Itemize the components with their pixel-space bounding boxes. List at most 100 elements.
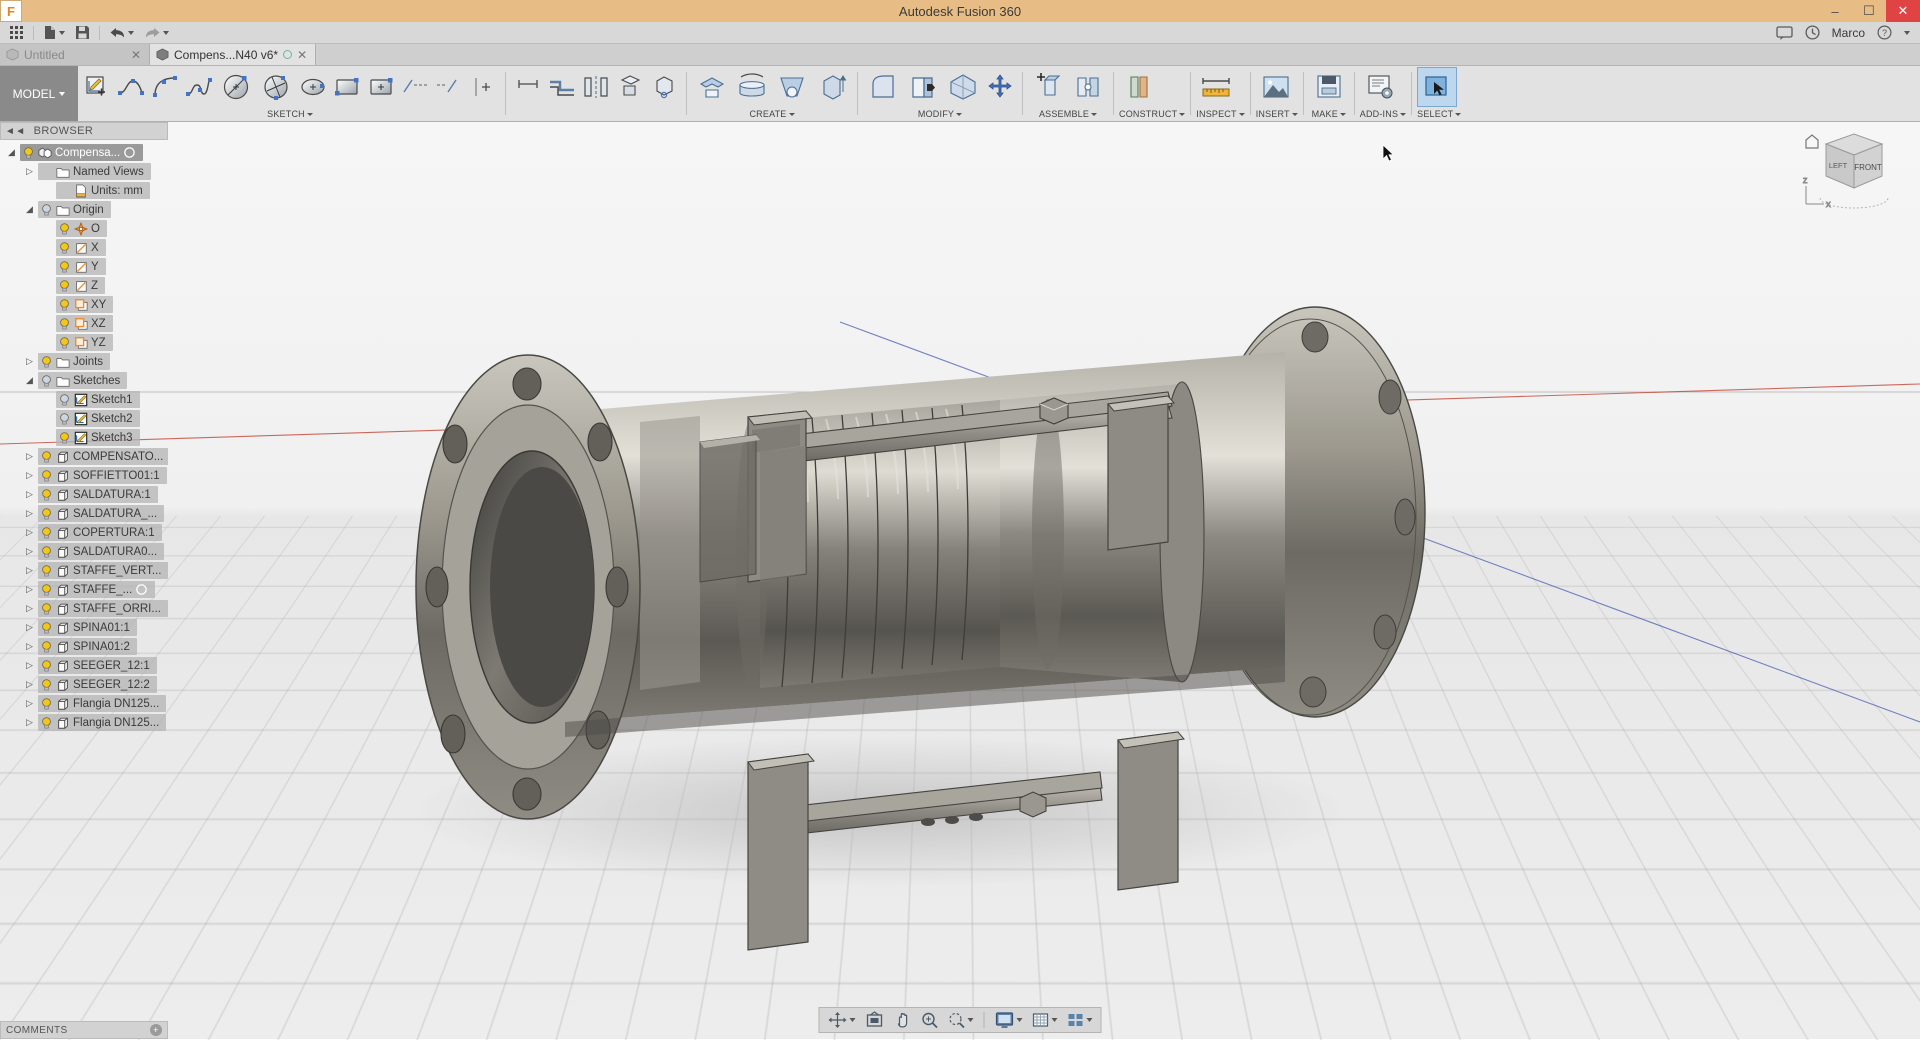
- visibility-bulb-icon[interactable]: [40, 621, 53, 634]
- browser-tree[interactable]: ◢ Compensa... ▷ Named Views Units: mm ◢ Origin…: [0, 140, 168, 1039]
- expand-arrow-closed-icon[interactable]: ▷: [24, 679, 35, 690]
- ribbon-group-label-select[interactable]: SELECT: [1417, 108, 1462, 120]
- collapse-panel-icon[interactable]: ◄◄: [5, 126, 26, 137]
- browser-tree-item-row[interactable]: YZ: [56, 334, 113, 351]
- linear-dimension-button[interactable]: [511, 67, 545, 107]
- construction-line-button[interactable]: [432, 67, 466, 107]
- orbit-button[interactable]: [824, 1009, 860, 1031]
- browser-tree-item[interactable]: ◢ Sketches: [0, 371, 168, 390]
- visibility-bulb-icon[interactable]: [58, 222, 71, 235]
- measure-button[interactable]: [1196, 67, 1236, 107]
- browser-tree-item[interactable]: ▷ Flangia DN125...: [0, 694, 168, 713]
- rectangle-button[interactable]: [330, 67, 364, 107]
- visibility-bulb-icon[interactable]: [40, 203, 53, 216]
- scripts-addins-button[interactable]: [1360, 67, 1400, 107]
- ribbon-group-label-create[interactable]: CREATE: [692, 108, 852, 120]
- grid-snaps-button[interactable]: [1028, 1009, 1062, 1031]
- browser-tree-item-row[interactable]: Joints: [38, 353, 111, 370]
- browser-tree-item[interactable]: Sketch3: [0, 428, 168, 447]
- browser-tree-item-row[interactable]: Sketch1: [56, 391, 140, 408]
- browser-tree-item-row[interactable]: SPINA01:2: [38, 638, 137, 655]
- move-copy-button[interactable]: [983, 67, 1017, 107]
- browser-tree-item-row[interactable]: SALDATURA_...: [38, 505, 165, 522]
- expand-arrow-open-icon[interactable]: ◢: [6, 147, 17, 158]
- visibility-bulb-icon[interactable]: [22, 146, 35, 159]
- extrude-profile-button[interactable]: [613, 67, 647, 107]
- spline-button[interactable]: [182, 67, 216, 107]
- maximize-button[interactable]: ☐: [1852, 0, 1886, 22]
- help-icon[interactable]: ?: [1877, 25, 1892, 40]
- visibility-bulb-icon[interactable]: [40, 488, 53, 501]
- browser-tree-item[interactable]: Units: mm: [0, 181, 168, 200]
- visibility-bulb-icon[interactable]: [58, 336, 71, 349]
- browser-tree-item-row[interactable]: Named Views: [38, 163, 151, 180]
- ribbon-group-label-inspect[interactable]: INSPECT: [1196, 108, 1245, 120]
- visibility-bulb-icon[interactable]: [40, 526, 53, 539]
- browser-tree-item-row[interactable]: Units: mm: [56, 182, 150, 199]
- visibility-bulb-icon[interactable]: [58, 317, 71, 330]
- expand-arrow-closed-icon[interactable]: ▷: [24, 660, 35, 671]
- visibility-bulb-icon[interactable]: [40, 640, 53, 653]
- comments-panel[interactable]: COMMENTS +: [0, 1021, 168, 1039]
- browser-tree-item-row[interactable]: SOFFIETTO01:1: [38, 467, 167, 484]
- browser-tree-item[interactable]: ▷ Joints: [0, 352, 168, 371]
- display-settings-button[interactable]: [991, 1009, 1027, 1031]
- document-tab-untitled[interactable]: Untitled ✕: [0, 44, 150, 65]
- cube-face-left-label[interactable]: LEFT: [1829, 161, 1848, 170]
- visibility-bulb-icon[interactable]: [40, 678, 53, 691]
- browser-tree-item-row[interactable]: SALDATURA:1: [38, 486, 158, 503]
- close-button[interactable]: ✕: [1886, 0, 1920, 22]
- visibility-bulb-icon[interactable]: [40, 507, 53, 520]
- visibility-bulb-icon[interactable]: [58, 298, 71, 311]
- browser-tree-item-row[interactable]: Z: [56, 277, 106, 294]
- browser-tree-item-row[interactable]: O: [56, 220, 107, 237]
- undo-button[interactable]: [104, 22, 139, 44]
- viewports-button[interactable]: [1063, 1009, 1097, 1031]
- browser-tree-item[interactable]: ▷ STAFFE_...: [0, 580, 168, 599]
- visibility-bulb-icon[interactable]: [40, 355, 53, 368]
- expand-arrow-open-icon[interactable]: ◢: [24, 204, 35, 215]
- line-button[interactable]: [114, 67, 148, 107]
- cube-face-front-label[interactable]: FRONT: [1854, 163, 1882, 172]
- browser-tree-item[interactable]: ▷ SPINA01:1: [0, 618, 168, 637]
- expand-arrow-closed-icon[interactable]: ▷: [24, 603, 35, 614]
- browser-tree-item[interactable]: ▷ Flangia DN125...: [0, 713, 168, 732]
- browser-tree-item[interactable]: ▷ STAFFE_ORRI...: [0, 599, 168, 618]
- browser-tree-item-row[interactable]: Flangia DN125...: [38, 695, 167, 712]
- chevron-down-icon[interactable]: [1904, 30, 1910, 35]
- browser-tree-item[interactable]: Sketch1: [0, 390, 168, 409]
- shell-button[interactable]: [903, 67, 943, 107]
- viewport-canvas[interactable]: [0, 122, 1920, 1040]
- visibility-bulb-icon[interactable]: [58, 279, 71, 292]
- visibility-bulb-icon[interactable]: [40, 469, 53, 482]
- browser-tree-item-row[interactable]: SEEGER_12:1: [38, 657, 157, 674]
- expand-arrow-closed-icon[interactable]: ▷: [24, 451, 35, 462]
- visibility-bulb-icon[interactable]: [58, 431, 71, 444]
- browser-tree-item[interactable]: O: [0, 219, 168, 238]
- browser-tree-item-row[interactable]: Sketches: [38, 372, 128, 389]
- ribbon-group-label-assemble[interactable]: ASSEMBLE: [1028, 108, 1108, 120]
- visibility-bulb-icon[interactable]: [58, 393, 71, 406]
- project-button[interactable]: [647, 67, 681, 107]
- save-button[interactable]: [70, 22, 95, 44]
- view-cube[interactable]: Z X LEFT FRONT: [1796, 126, 1892, 218]
- zoom-window-button[interactable]: [944, 1009, 978, 1031]
- expand-arrow-closed-icon[interactable]: ▷: [24, 489, 35, 500]
- browser-tree-item-row[interactable]: STAFFE_VERT...: [38, 562, 168, 579]
- visibility-bulb-icon[interactable]: [40, 659, 53, 672]
- browser-tree-item[interactable]: ▷ SALDATURA_...: [0, 504, 168, 523]
- browser-tree-item[interactable]: XZ: [0, 314, 168, 333]
- browser-tree-item[interactable]: X: [0, 238, 168, 257]
- browser-tree-item[interactable]: ▷ SALDATURA:1: [0, 485, 168, 504]
- browser-tree-item-row[interactable]: X: [56, 239, 106, 256]
- create-sketch-button[interactable]: [80, 67, 114, 107]
- extrude-button[interactable]: [692, 67, 732, 107]
- close-icon[interactable]: ✕: [131, 48, 141, 62]
- draft-button[interactable]: [943, 67, 983, 107]
- browser-tree-item[interactable]: ▷ SEEGER_12:1: [0, 656, 168, 675]
- browser-tree-item-row[interactable]: COPERTURA:1: [38, 524, 162, 541]
- browser-tree-item-row[interactable]: SEEGER_12:2: [38, 676, 157, 693]
- browser-tree-item-row[interactable]: SALDATURA0...: [38, 543, 165, 560]
- browser-tree-item[interactable]: Y: [0, 257, 168, 276]
- browser-tree-item[interactable]: YZ: [0, 333, 168, 352]
